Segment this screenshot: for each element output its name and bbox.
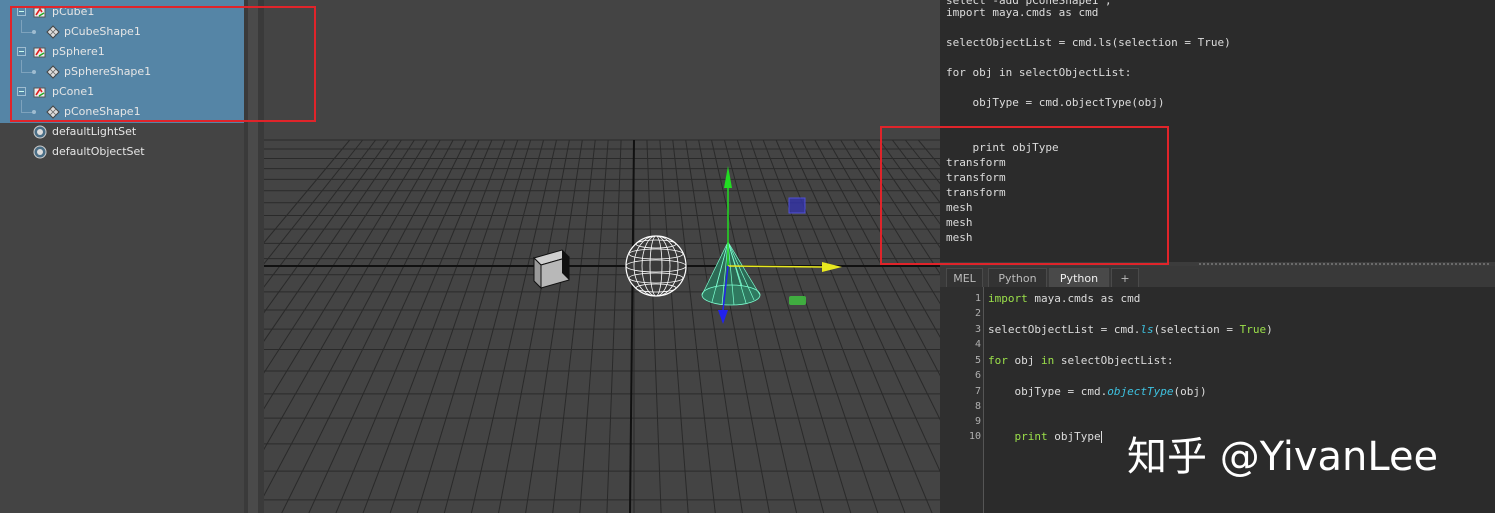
line-number: 8: [974, 401, 981, 412]
tab-mel[interactable]: MEL: [946, 268, 983, 287]
line-number-gutter: 1 2 3 4 5 6 7 8 9 10: [940, 287, 984, 513]
code-line-10: print objType: [1014, 430, 1102, 443]
history-line: import maya.cmds as cmd: [946, 6, 1099, 19]
3d-viewport[interactable]: [264, 0, 940, 513]
line-number: 9: [974, 416, 981, 427]
code-line-5: for obj in selectObjectList:: [988, 354, 1174, 367]
code-line-1: import maya.cmds as cmd: [988, 292, 1141, 305]
annotation-highlight-outliner: [10, 6, 316, 122]
viewport-scene[interactable]: [264, 0, 940, 513]
history-line: selectObjectList = cmd.ls(selection = Tr…: [946, 36, 1231, 49]
line-number: 6: [974, 370, 981, 381]
history-line: objType = cmd.objectType(obj): [946, 96, 1165, 109]
tab-python-1[interactable]: Python: [988, 268, 1047, 287]
text-cursor: [1100, 431, 1102, 443]
script-tab-bar: MEL Python Python +: [940, 266, 1495, 287]
watermark-text: 知乎 @YivanLee: [1127, 434, 1439, 480]
line-number: 4: [974, 339, 981, 350]
code-line-3: selectObjectList = cmd.ls(selection = Tr…: [988, 323, 1273, 336]
object-set-icon: [33, 145, 47, 159]
outliner-item-label: defaultObjectSet: [52, 145, 145, 158]
line-number: 1: [974, 293, 981, 304]
object-set-icon: [33, 125, 47, 139]
add-tab-button[interactable]: +: [1111, 268, 1139, 287]
line-number: 7: [974, 386, 981, 397]
code-line-7: objType = cmd.objectType(obj): [988, 385, 1207, 398]
tab-python-2[interactable]: Python: [1049, 268, 1109, 287]
outliner-item-defaultobjectset[interactable]: defaultObjectSet: [0, 142, 244, 162]
line-number: 3: [974, 324, 981, 335]
line-number: 10: [968, 431, 981, 442]
outliner-item-label: defaultLightSet: [52, 125, 137, 138]
outliner-item-defaultlightset[interactable]: defaultLightSet: [0, 122, 244, 142]
line-number: 5: [974, 355, 981, 366]
sphere-object[interactable]: [625, 235, 687, 297]
history-line: for obj in selectObjectList:: [946, 66, 1132, 79]
line-number: 2: [974, 308, 981, 319]
annotation-highlight-output: [880, 126, 1169, 265]
